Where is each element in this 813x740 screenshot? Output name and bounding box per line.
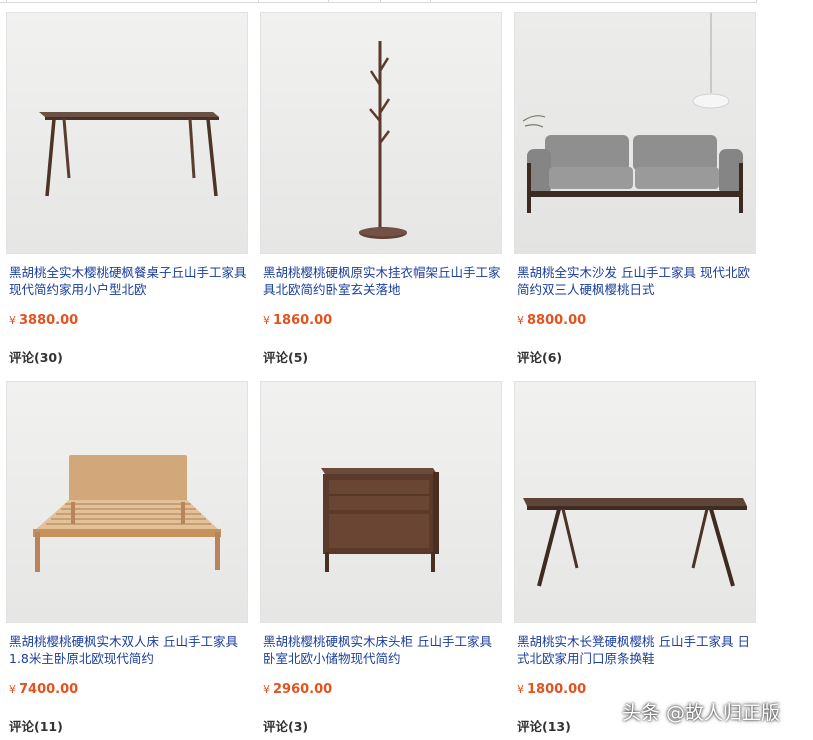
product-title-link[interactable]: 黑胡桃樱桃硬枫原实木挂衣帽架丘山手工家具北欧简约卧室玄关落地 [263, 264, 501, 298]
divider-tick [430, 0, 431, 3]
product-price: ¥3880.00 [9, 313, 78, 328]
price-value: 2960.00 [273, 682, 333, 697]
product-reviews-link[interactable]: 评论(13) [517, 716, 571, 735]
product-reviews-link[interactable]: 评论(11) [9, 716, 63, 735]
divider-tick [756, 0, 757, 3]
product-price: ¥2960.00 [263, 682, 332, 697]
divider-tick [328, 0, 329, 3]
product-reviews-link[interactable]: 评论(3) [263, 716, 308, 735]
nightstand-icon [261, 382, 501, 622]
divider-tick [380, 0, 381, 3]
product-price: ¥1860.00 [263, 313, 332, 328]
price-value: 1800.00 [527, 682, 587, 697]
divider-tick [258, 0, 259, 3]
product-image[interactable] [514, 381, 756, 623]
currency-symbol: ¥ [9, 314, 16, 327]
price-value: 8800.00 [527, 313, 587, 328]
product-reviews-link[interactable]: 评论(30) [9, 347, 63, 366]
product-image[interactable] [260, 12, 502, 254]
product-image[interactable] [260, 381, 502, 623]
product-reviews-link[interactable]: 评论(6) [517, 347, 562, 366]
product-price: ¥7400.00 [9, 682, 78, 697]
product-price: ¥1800.00 [517, 682, 586, 697]
dining-table-icon [7, 13, 247, 253]
product-reviews-link[interactable]: 评论(5) [263, 347, 308, 366]
bench-icon [515, 382, 755, 622]
coat-rack-icon [261, 13, 501, 253]
product-title-link[interactable]: 黑胡桃全实木沙发 丘山手工家具 现代北欧简约双三人硬枫樱桃日式 [517, 264, 755, 298]
currency-symbol: ¥ [517, 314, 524, 327]
currency-symbol: ¥ [517, 683, 524, 696]
product-image[interactable] [514, 12, 756, 254]
divider-tick [6, 0, 7, 3]
top-divider [0, 0, 757, 3]
price-value: 7400.00 [19, 682, 79, 697]
bed-icon [7, 382, 247, 622]
product-price: ¥8800.00 [517, 313, 586, 328]
price-value: 1860.00 [273, 313, 333, 328]
product-image[interactable] [6, 12, 248, 254]
currency-symbol: ¥ [263, 683, 270, 696]
product-title-link[interactable]: 黑胡桃全实木樱桃硬枫餐桌子丘山手工家具现代简约家用小户型北欧 [9, 264, 247, 298]
sofa-icon [515, 13, 755, 253]
currency-symbol: ¥ [263, 314, 270, 327]
price-value: 3880.00 [19, 313, 79, 328]
source-watermark: 头条 @故人归正版 [622, 702, 781, 724]
product-title-link[interactable]: 黑胡桃樱桃硬枫实木床头柜 丘山手工家具卧室北欧小储物现代简约 [263, 633, 501, 667]
product-title-link[interactable]: 黑胡桃实木长凳硬枫樱桃 丘山手工家具 日式北欧家用门口原条换鞋 [517, 633, 755, 667]
product-title-link[interactable]: 黑胡桃樱桃硬枫实木双人床 丘山手工家具1.8米主卧原北欧现代简约 [9, 633, 247, 667]
product-image[interactable] [6, 381, 248, 623]
currency-symbol: ¥ [9, 683, 16, 696]
